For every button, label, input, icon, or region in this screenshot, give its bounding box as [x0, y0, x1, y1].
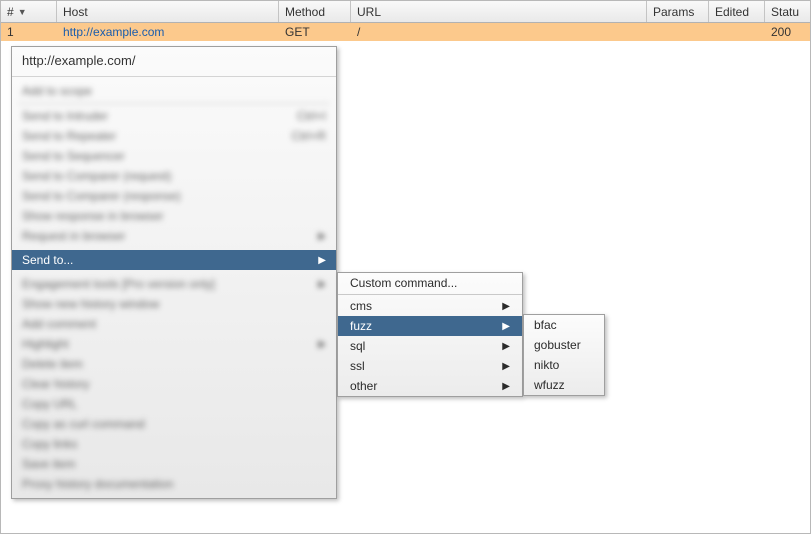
- context-menu-title: http://example.com/: [12, 47, 336, 77]
- context-menu-item-label: Send to...: [22, 253, 73, 267]
- submenu-item-wfuzz[interactable]: wfuzz: [524, 375, 604, 395]
- context-menu-blurred-above: Add to scope Send to IntruderCtrl+I Send…: [12, 77, 336, 250]
- cell-number: 1: [1, 25, 57, 39]
- sort-indicator-icon: ▼: [18, 7, 27, 17]
- context-menu-separator: [18, 103, 330, 104]
- context-menu-item-blurred[interactable]: Send to Comparer (response): [12, 186, 336, 206]
- col-number-label: #: [7, 5, 14, 19]
- send-to-submenu: Custom command... cms ▶ fuzz ▶ sql ▶ ssl…: [337, 272, 523, 397]
- submenu-arrow-icon: ▶: [502, 301, 510, 312]
- context-menu-item-blurred[interactable]: Add to scope: [12, 81, 336, 101]
- col-params-header[interactable]: Params: [647, 1, 709, 22]
- cell-method: GET: [279, 25, 351, 39]
- submenu-item-label: nikto: [534, 358, 559, 372]
- table-row[interactable]: 1 http://example.com GET / 200: [1, 23, 810, 41]
- col-status-header[interactable]: Statu: [765, 1, 810, 22]
- submenu-item-gobuster[interactable]: gobuster: [524, 335, 604, 355]
- submenu-item-ssl[interactable]: ssl ▶: [338, 356, 522, 376]
- submenu-item-label: gobuster: [534, 338, 581, 352]
- context-menu-item-blurred[interactable]: Highlight▶: [12, 334, 336, 354]
- context-menu-item-blurred[interactable]: Save item: [12, 454, 336, 474]
- context-menu-item-blurred[interactable]: Delete item: [12, 354, 336, 374]
- context-menu-item-blurred[interactable]: Show new history window: [12, 294, 336, 314]
- submenu-item-label: fuzz: [350, 319, 372, 333]
- context-menu-item-blurred[interactable]: Add comment: [12, 314, 336, 334]
- context-menu-item-blurred[interactable]: Copy URL: [12, 394, 336, 414]
- context-menu-item-blurred[interactable]: Send to Comparer (request): [12, 166, 336, 186]
- col-number-header[interactable]: # ▼: [1, 1, 57, 22]
- cell-url: /: [351, 25, 647, 39]
- submenu-item-label: wfuzz: [534, 378, 565, 392]
- submenu-item-label: cms: [350, 299, 372, 313]
- fuzz-submenu: bfac gobuster nikto wfuzz: [523, 314, 605, 396]
- col-host-header[interactable]: Host: [57, 1, 279, 22]
- context-menu-item-send-to[interactable]: Send to... ▶: [12, 250, 336, 270]
- submenu-arrow-icon: ▶: [502, 361, 510, 372]
- context-menu-item-blurred[interactable]: Engagement tools [Pro version only]▶: [12, 274, 336, 294]
- context-menu: http://example.com/ Add to scope Send to…: [11, 46, 337, 499]
- col-url-header[interactable]: URL: [351, 1, 647, 22]
- submenu-arrow-icon: ▶: [318, 255, 326, 266]
- col-edited-header[interactable]: Edited: [709, 1, 765, 22]
- proxy-history-header: # ▼ Host Method URL Params Edited Statu: [1, 1, 810, 23]
- cell-host: http://example.com: [57, 25, 279, 39]
- context-menu-item-blurred[interactable]: Send to IntruderCtrl+I: [12, 106, 336, 126]
- submenu-item-sql[interactable]: sql ▶: [338, 336, 522, 356]
- submenu-arrow-icon: ▶: [502, 321, 510, 332]
- context-menu-item-blurred[interactable]: Clear history: [12, 374, 336, 394]
- submenu-arrow-icon: ▶: [502, 381, 510, 392]
- submenu-item-label: other: [350, 379, 377, 393]
- context-menu-item-blurred[interactable]: Send to RepeaterCtrl+R: [12, 126, 336, 146]
- blurred-response-text: GET / HTTP/1.1 Host: example.com Accept:…: [421, 419, 730, 439]
- context-menu-item-blurred[interactable]: Request in browser▶: [12, 226, 336, 246]
- submenu-item-fuzz[interactable]: fuzz ▶: [338, 316, 522, 336]
- submenu-item-label: Custom command...: [350, 276, 457, 290]
- submenu-item-label: ssl: [350, 359, 365, 373]
- context-menu-item-blurred[interactable]: Copy links: [12, 434, 336, 454]
- vertical-scroll-indicator[interactable]: [801, 383, 809, 411]
- submenu-item-cms[interactable]: cms ▶: [338, 296, 522, 316]
- submenu-separator: [338, 294, 522, 295]
- submenu-arrow-icon: ▶: [502, 341, 510, 352]
- col-method-header[interactable]: Method: [279, 1, 351, 22]
- context-menu-blurred-below: Engagement tools [Pro version only]▶ Sho…: [12, 270, 336, 498]
- scrollbar-thumb[interactable]: [791, 305, 799, 313]
- submenu-item-other[interactable]: other ▶: [338, 376, 522, 396]
- submenu-item-nikto[interactable]: nikto: [524, 355, 604, 375]
- context-menu-item-blurred[interactable]: Proxy history documentation: [12, 474, 336, 494]
- context-menu-item-blurred[interactable]: Copy as curl command: [12, 414, 336, 434]
- submenu-item-label: sql: [350, 339, 365, 353]
- submenu-item-custom-command[interactable]: Custom command...: [338, 273, 522, 293]
- submenu-item-bfac[interactable]: bfac: [524, 315, 604, 335]
- submenu-item-label: bfac: [534, 318, 557, 332]
- context-menu-item-blurred[interactable]: Show response in browser: [12, 206, 336, 226]
- context-menu-item-blurred[interactable]: Send to Sequencer: [12, 146, 336, 166]
- cell-status: 200: [765, 25, 810, 39]
